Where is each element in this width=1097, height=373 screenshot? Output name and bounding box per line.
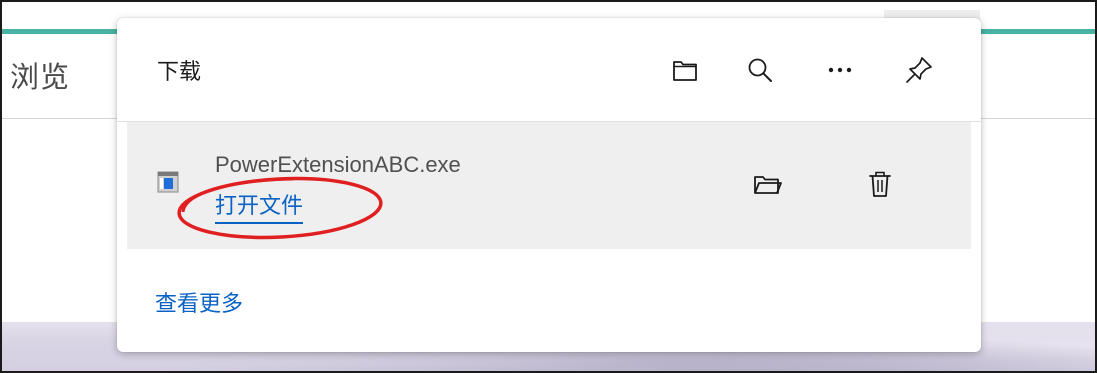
background-page-label: 浏览: [10, 62, 71, 94]
delete-icon: [869, 171, 891, 197]
file-name: PowerExtensionABC.exe: [215, 152, 461, 177]
panel-title: 下载: [157, 59, 202, 84]
download-item[interactable]: PowerExtensionABC.exe 打开文件: [127, 122, 971, 249]
pin-icon: [906, 57, 932, 83]
see-more-link[interactable]: 查看更多: [155, 286, 243, 318]
delete-download-button[interactable]: [862, 166, 898, 202]
more-options-icon: [828, 67, 852, 73]
browser-window: 浏览 下载 PowerExtensionABC.exe 打开文件 查看更多: [0, 0, 1097, 373]
open-downloads-folder-button[interactable]: [667, 52, 703, 88]
folder-icon: [673, 61, 697, 81]
pin-panel-button[interactable]: [901, 52, 937, 88]
show-in-folder-icon: [754, 176, 782, 194]
open-file-link[interactable]: 打开文件: [215, 188, 304, 224]
exe-file-icon: [157, 171, 179, 193]
search-downloads-button[interactable]: [742, 52, 778, 88]
search-icon: [748, 58, 772, 82]
downloads-panel: 下载 PowerExtensionABC.exe 打开文件 查看更多: [117, 18, 981, 352]
more-options-button[interactable]: [822, 52, 858, 88]
show-in-folder-button[interactable]: [749, 166, 785, 202]
